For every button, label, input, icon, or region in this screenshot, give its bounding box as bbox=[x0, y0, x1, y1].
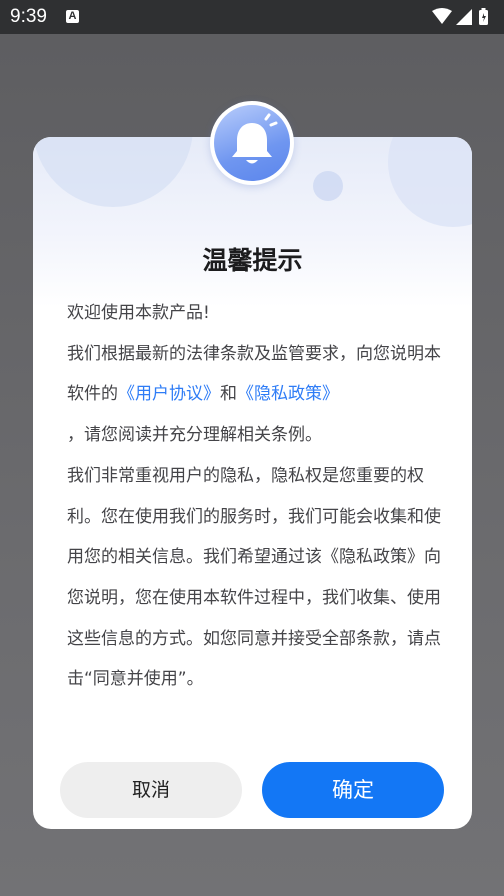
user-agreement-link[interactable]: 《用户协议》 bbox=[118, 384, 220, 404]
dialog-title: 温馨提示 bbox=[202, 246, 303, 275]
greeting-text: 欢迎使用本款产品! bbox=[67, 303, 210, 323]
status-bar: 9:39 A bbox=[0, 0, 504, 34]
battery-icon bbox=[479, 8, 488, 25]
confirm-button[interactable]: 确定 bbox=[262, 762, 444, 818]
agreement-paragraph: 我们根据最新的法律条款及监管要求，向您说明本软件的《用户协议》和《隐私政策》 ，请… bbox=[67, 334, 442, 456]
status-time: 9:39 bbox=[10, 6, 47, 27]
signal-icon bbox=[456, 9, 472, 25]
dialog-content: 欢迎使用本款产品! 我们根据最新的法律条款及监管要求，向您说明本软件的《用户协议… bbox=[67, 293, 442, 700]
decorative-circle bbox=[313, 171, 343, 201]
wifi-icon bbox=[432, 8, 452, 24]
privacy-policy-link[interactable]: 《隐私政策》 bbox=[237, 384, 339, 404]
notification-app-icon: A bbox=[66, 10, 79, 23]
status-icons bbox=[432, 8, 496, 26]
agreement-outro: ，请您阅读并充分理解相关条例。 bbox=[67, 425, 322, 446]
decorative-circle bbox=[33, 137, 193, 207]
and-text: 和 bbox=[220, 384, 237, 405]
bell-badge bbox=[210, 101, 294, 185]
decorative-circle bbox=[388, 137, 472, 227]
bell-icon bbox=[214, 105, 290, 181]
cancel-button[interactable]: 取消 bbox=[60, 762, 242, 818]
privacy-dialog: 温馨提示 欢迎使用本款产品! 我们根据最新的法律条款及监管要求，向您说明本软件的… bbox=[33, 137, 472, 829]
privacy-paragraph: 我们非常重视用户的隐私，隐私权是您重要的权利。您在使用我们的服务时，我们可能会收… bbox=[67, 465, 441, 690]
